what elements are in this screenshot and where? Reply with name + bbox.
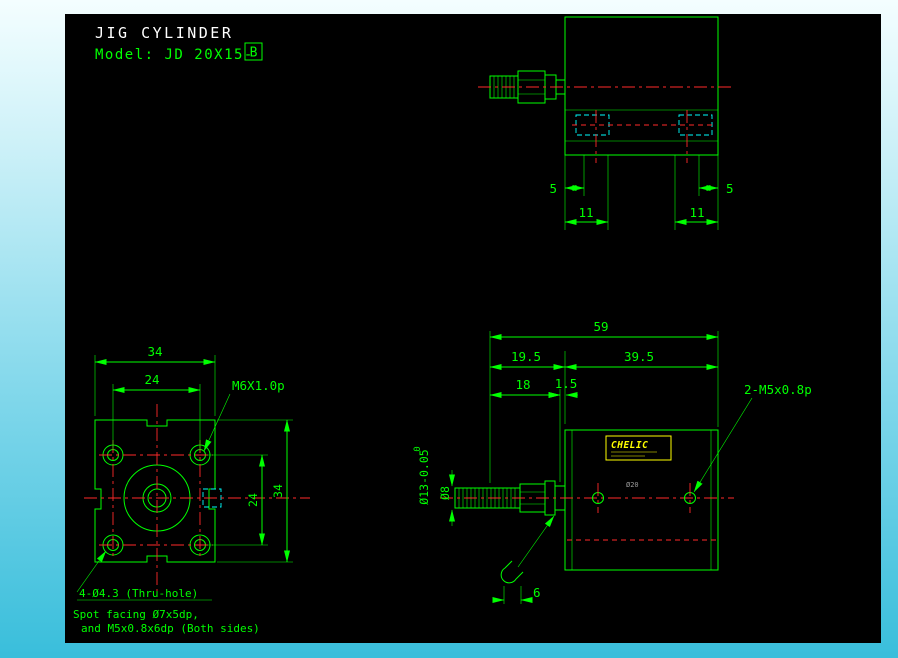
dim-side-19-5: 19.5 xyxy=(511,349,541,364)
nameplate-brand: CHELIC xyxy=(611,440,648,451)
title-block: JIG CYLINDER Model: JD 20X15- B xyxy=(95,24,263,63)
leader-wrench xyxy=(517,515,555,568)
drawing-title: JIG CYLINDER xyxy=(95,24,233,42)
label-rod-tol-upper: 0 xyxy=(413,446,423,451)
leader-thru-hole xyxy=(76,550,107,593)
front-view-corner-holes xyxy=(102,444,211,556)
model-option: B xyxy=(250,46,258,61)
cad-drawing-canvas[interactable]: JIG CYLINDER Model: JD 20X15- B 5 5 11 1… xyxy=(65,14,881,643)
dim-side-1-5: 1.5 xyxy=(555,376,578,391)
note-thru-hole: 4-Ø4.3 (Thru-hole) xyxy=(79,587,198,600)
leader-corner-thread xyxy=(203,393,231,452)
top-view: 5 5 11 11 xyxy=(478,16,734,230)
dim-side-6: 6 xyxy=(533,585,541,600)
dim-top-11-right: 11 xyxy=(689,205,704,220)
dim-front-34-right: 34 xyxy=(271,484,285,498)
dim-front-24-right: 24 xyxy=(246,493,260,507)
nameplate: CHELIC xyxy=(605,435,672,461)
label-corner-thread: M6X1.0p xyxy=(232,378,285,393)
side-view: CHELIC Ø20 59 19.5 39.5 18 1.5 2-M5x0.8p xyxy=(413,319,812,604)
top-view-body-outline xyxy=(564,16,719,156)
label-rod-dia: Ø13-0.05 xyxy=(417,449,431,504)
label-thread-dia: Ø8 xyxy=(438,486,452,500)
note-spot-facing: Spot facing Ø7x5dp, xyxy=(73,608,199,621)
label-bore: Ø20 xyxy=(626,481,639,489)
dim-top-11-left: 11 xyxy=(578,205,593,220)
label-ports: 2-M5x0.8p xyxy=(744,382,812,397)
dim-top-5-right: 5 xyxy=(726,181,734,196)
front-view: 34 24 24 34 M6X1.0p 4-Ø4.3 (Thru-hole) S… xyxy=(73,344,310,635)
dim-front-24-top: 24 xyxy=(144,372,159,387)
dim-side-39-5: 39.5 xyxy=(624,349,654,364)
dim-side-18: 18 xyxy=(515,377,530,392)
model-label: Model: JD 20X15- xyxy=(95,47,254,63)
desktop-background: { "title": { "product": "JIG CYLINDER", … xyxy=(0,0,898,658)
dim-front-34-top: 34 xyxy=(147,344,162,359)
dim-side-59: 59 xyxy=(593,319,608,334)
dim-top-5-left: 5 xyxy=(549,181,557,196)
cad-drawing: JIG CYLINDER Model: JD 20X15- B 5 5 11 1… xyxy=(73,16,812,635)
note-tap: and M5x0.8x6dp (Both sides) xyxy=(81,622,260,635)
leader-ports xyxy=(693,397,753,493)
